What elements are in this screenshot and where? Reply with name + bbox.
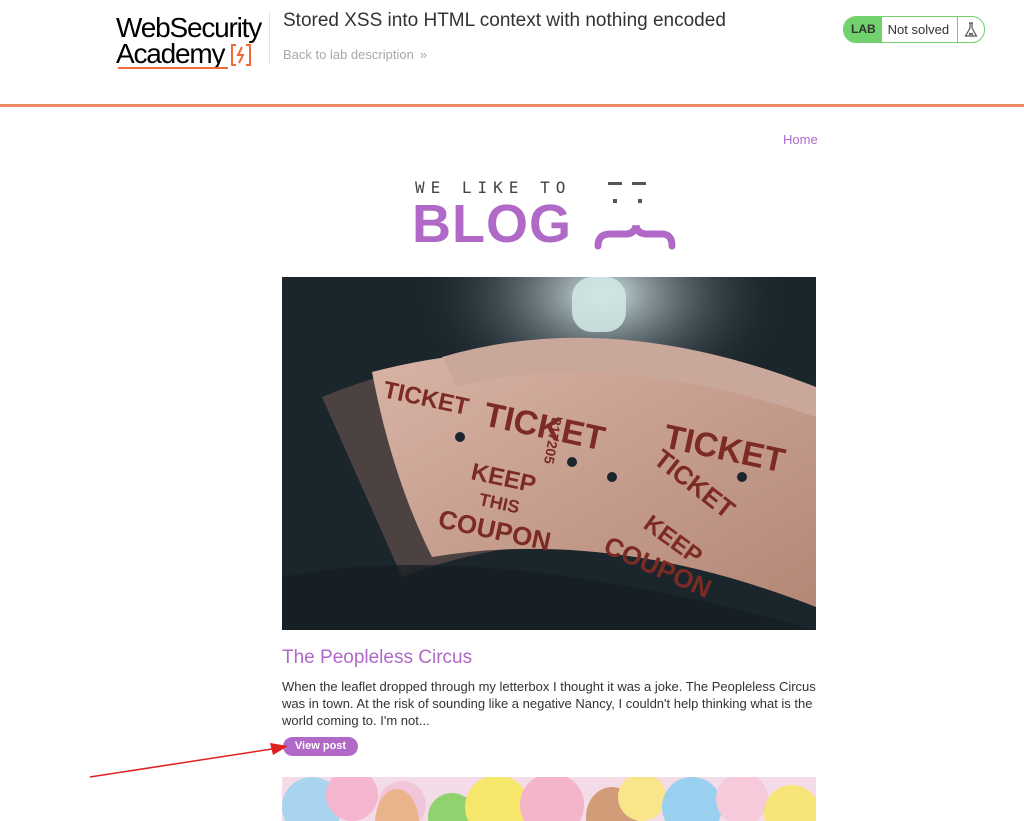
blog-banner: WE LIKE TO BLOG [412,176,684,254]
balloons-people-image [282,777,816,821]
double-chevron-right-icon: » [419,47,427,62]
post-excerpt: When the leaflet dropped through my lett… [282,679,816,728]
banner-title: BLOG [412,194,572,254]
post-title[interactable]: The Peopleless Circus [282,647,472,669]
post-image-link[interactable]: TICKET KEEP THIS COUPON TICKET TICKET KE… [282,277,816,630]
next-post-image-link[interactable] [282,777,816,821]
back-to-lab-description-link[interactable]: Back to lab description » [283,47,427,62]
view-post-button[interactable]: View post [283,737,358,756]
logo-underline [118,67,228,69]
lab-status-widget: LAB Not solved [843,16,985,43]
logo-text-academy: Academy [116,38,226,69]
lab-badge: LAB [844,17,882,42]
ticket-rolls-image: TICKET KEEP THIS COUPON TICKET TICKET KE… [282,277,816,630]
curly-brace-face-icon [594,182,676,250]
lab-title: Stored XSS into HTML context with nothin… [283,10,726,31]
web-security-academy-logo[interactable]: WebSecurity Academy [116,12,276,72]
academy-header: WebSecurity Academy Stored XSS into HTML… [0,0,1024,107]
home-link[interactable]: Home [783,132,818,147]
flask-icon [957,17,984,42]
header-divider [269,12,270,64]
back-link-label: Back to lab description [283,47,414,62]
lab-status-text: Not solved [887,22,950,37]
academy-bolt-icon [231,44,251,66]
